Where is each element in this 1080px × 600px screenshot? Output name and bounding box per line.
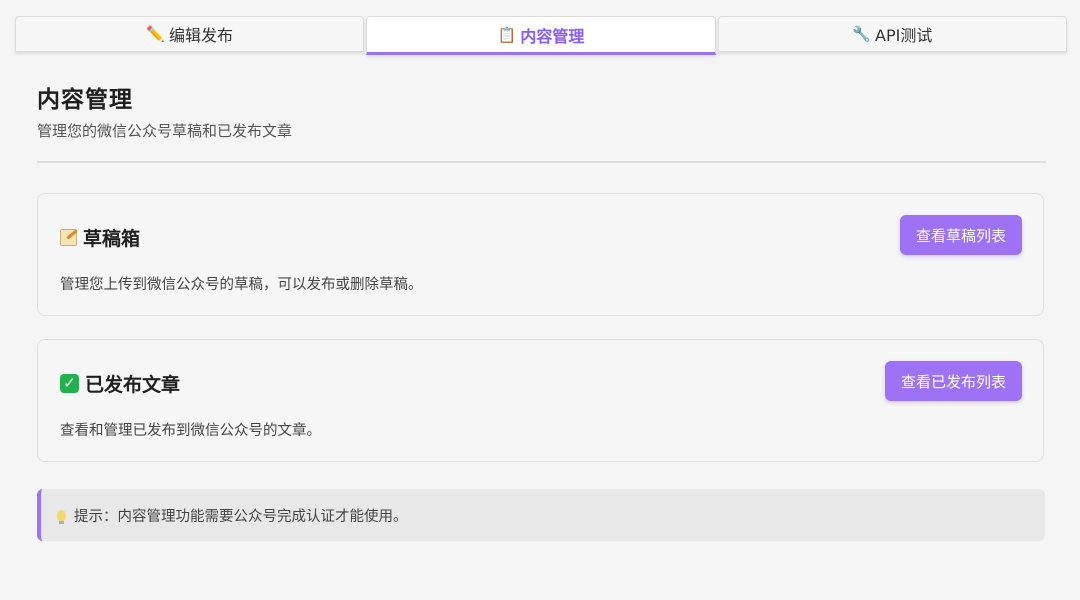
drafts-title-text: 草稿箱 bbox=[83, 228, 141, 250]
view-drafts-button[interactable]: 查看草稿列表 bbox=[899, 215, 1022, 255]
tab-label: API测试 bbox=[875, 26, 933, 45]
check-mark-icon: ✓ bbox=[60, 374, 79, 393]
drafts-card: 草稿箱 管理您上传到微信公众号的草稿，可以发布或删除草稿。 查看草稿列表 bbox=[37, 193, 1044, 316]
pencil-icon: ✏️ bbox=[146, 25, 165, 43]
memo-icon bbox=[60, 229, 77, 246]
published-description: 查看和管理已发布到微信公众号的文章。 bbox=[60, 423, 321, 439]
page-subtitle: 管理您的微信公众号草稿和已发布文章 bbox=[37, 122, 293, 140]
page-title: 内容管理 bbox=[37, 87, 133, 113]
tab-label: 编辑发布 bbox=[169, 26, 234, 45]
wrench-icon: 🔧 bbox=[852, 25, 871, 43]
lightbulb-icon bbox=[57, 509, 66, 524]
tab-api-test[interactable]: 🔧 API测试 bbox=[717, 16, 1067, 52]
tab-edit-publish[interactable]: ✏️ 编辑发布 bbox=[15, 16, 365, 52]
drafts-card-title: 草稿箱 bbox=[60, 224, 140, 251]
tab-content-management[interactable]: 📋 内容管理 bbox=[366, 16, 716, 55]
drafts-description: 管理您上传到微信公众号的草稿，可以发布或删除草稿。 bbox=[60, 277, 423, 293]
app-window: ✏️ 编辑发布 📋 内容管理 🔧 API测试 内容管理 管理您的微信公众号草稿和… bbox=[0, 0, 1080, 600]
view-published-button[interactable]: 查看已发布列表 bbox=[884, 361, 1022, 401]
published-card: ✓ 已发布文章 查看和管理已发布到微信公众号的文章。 查看已发布列表 bbox=[37, 339, 1044, 462]
divider bbox=[37, 161, 1046, 163]
published-title-text: 已发布文章 bbox=[85, 374, 181, 396]
tab-label: 内容管理 bbox=[520, 26, 585, 46]
published-card-title: ✓ 已发布文章 bbox=[60, 370, 180, 397]
tip-banner: 提示：内容管理功能需要公众号完成认证才能使用。 bbox=[37, 489, 1045, 541]
clipboard-icon: 📋 bbox=[497, 25, 517, 44]
tab-bar: ✏️ 编辑发布 📋 内容管理 🔧 API测试 bbox=[15, 16, 1067, 56]
tip-text: 提示：内容管理功能需要公众号完成认证才能使用。 bbox=[74, 508, 408, 525]
